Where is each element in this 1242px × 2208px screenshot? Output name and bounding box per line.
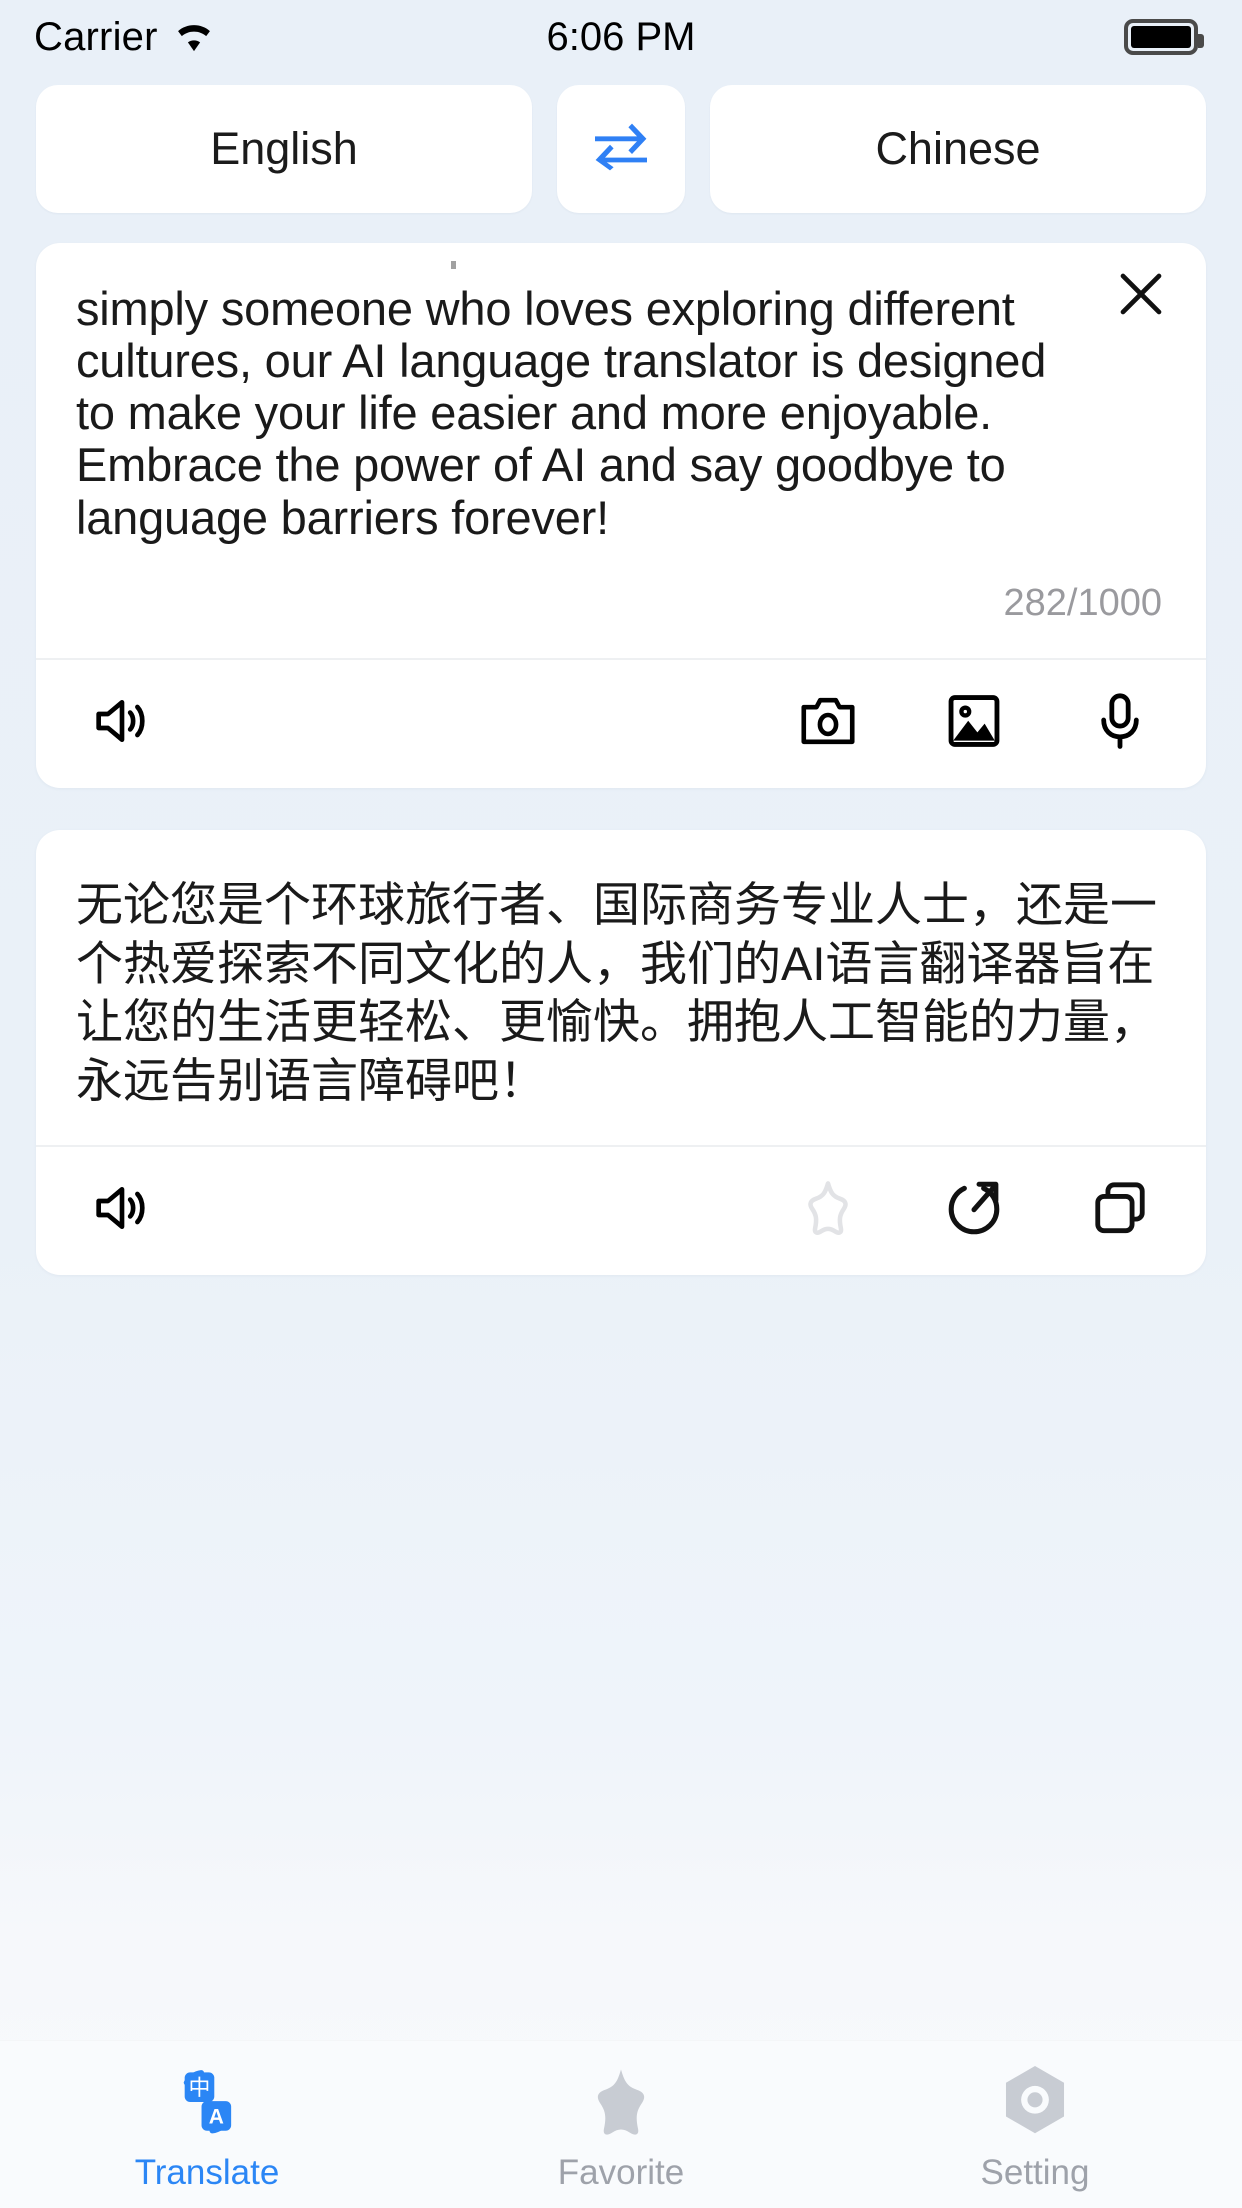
- tab-setting[interactable]: Setting: [828, 2059, 1242, 2193]
- swap-horizontal-arrows-icon: [590, 122, 652, 177]
- gear-nut-icon: [992, 2059, 1078, 2145]
- status-bar: Carrier 6:06 PM: [0, 0, 1242, 74]
- battery-fill: [1131, 26, 1191, 48]
- favorite-button[interactable]: [790, 1173, 866, 1249]
- source-language-button[interactable]: English: [36, 85, 532, 213]
- character-counter: 282/1000: [1003, 581, 1163, 624]
- source-text[interactable]: simply someone who loves exploring diffe…: [76, 282, 1166, 544]
- star-icon: [578, 2059, 664, 2145]
- swap-languages-button[interactable]: [557, 85, 685, 213]
- text-cursor: [451, 261, 456, 269]
- source-text-card: simply someone who loves exploring diffe…: [36, 243, 1206, 788]
- source-card-body: simply someone who loves exploring diffe…: [36, 243, 1206, 658]
- bottom-tab-bar: 中 A Translate Favorite Setting: [0, 2040, 1242, 2208]
- carrier-label: Carrier: [34, 14, 158, 59]
- tab-favorite-label: Favorite: [557, 2153, 685, 2192]
- speaker-icon: [91, 1180, 153, 1241]
- share-icon: [944, 1178, 1004, 1243]
- source-language-label: English: [210, 123, 358, 174]
- target-speak-button[interactable]: [84, 1173, 160, 1249]
- target-language-label: Chinese: [875, 123, 1041, 174]
- language-selector: English Chinese: [36, 85, 1206, 213]
- target-toolbar-left: [84, 1173, 160, 1249]
- image-picker-button[interactable]: [936, 686, 1012, 762]
- status-bar-right: [1124, 19, 1204, 55]
- microphone-button[interactable]: [1082, 686, 1158, 762]
- svg-text:A: A: [209, 2105, 224, 2128]
- tab-favorite[interactable]: Favorite: [414, 2059, 828, 2193]
- svg-text:中: 中: [189, 2076, 211, 2101]
- source-toolbar-left: [84, 686, 160, 762]
- source-toolbar-right: [790, 686, 1158, 762]
- source-toolbar: [36, 660, 1206, 788]
- speaker-icon: [91, 693, 153, 754]
- translated-text-card: 无论您是个环球旅行者、国际商务专业人士，还是一个热爱探索不同文化的人，我们的AI…: [36, 829, 1206, 1275]
- star-outline-icon: [797, 1178, 859, 1243]
- copy-button[interactable]: [1082, 1173, 1158, 1249]
- battery-icon: [1124, 19, 1204, 55]
- wifi-icon: [172, 18, 216, 57]
- camera-button[interactable]: [790, 686, 866, 762]
- target-language-button[interactable]: Chinese: [710, 85, 1206, 213]
- clear-source-button[interactable]: [1110, 265, 1172, 327]
- image-icon: [945, 693, 1003, 754]
- copy-icon: [1091, 1179, 1149, 1242]
- target-card-body: 无论您是个环球旅行者、国际商务专业人士，还是一个热爱探索不同文化的人，我们的AI…: [36, 830, 1206, 1145]
- target-toolbar: [36, 1147, 1206, 1275]
- microphone-icon: [1096, 692, 1144, 755]
- translated-text[interactable]: 无论您是个环球旅行者、国际商务专业人士，还是一个热爱探索不同文化的人，我们的AI…: [76, 870, 1166, 1111]
- tab-translate-label: Translate: [134, 2153, 280, 2192]
- target-toolbar-right: [790, 1173, 1158, 1249]
- share-button[interactable]: [936, 1173, 1012, 1249]
- camera-icon: [798, 694, 858, 753]
- tab-translate[interactable]: 中 A Translate: [0, 2059, 414, 2193]
- translate-icon: 中 A: [164, 2059, 250, 2145]
- status-bar-left: Carrier: [34, 15, 216, 60]
- source-speak-button[interactable]: [84, 686, 160, 762]
- close-icon: [1114, 267, 1168, 326]
- tab-setting-label: Setting: [980, 2153, 1090, 2192]
